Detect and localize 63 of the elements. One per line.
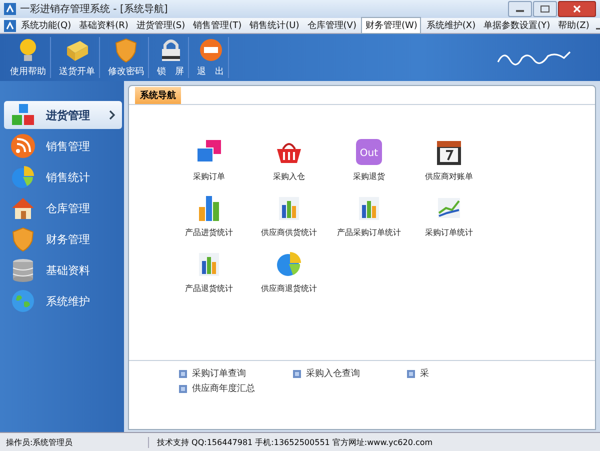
bullet-icon	[179, 384, 187, 392]
menu-item[interactable]: 基础资料(R)	[76, 18, 132, 33]
tab[interactable]: 系统导航	[135, 87, 181, 104]
pie-icon	[10, 164, 36, 190]
bullet-icon	[179, 370, 187, 378]
close-icon	[572, 5, 582, 13]
toolbar-button[interactable]: 使用帮助	[6, 37, 51, 78]
sidebar-item[interactable]: 仓库管理	[4, 194, 122, 222]
shield-icon	[10, 226, 36, 252]
toolbar-button[interactable]: 送货开单	[55, 37, 100, 78]
shortcut-item[interactable]: 供应商供货统计	[249, 193, 329, 249]
icon-text: Out	[360, 148, 378, 159]
support-info: 技术支持 QQ:156447981 手机:13652500551 官方网址:www.yc620.com	[156, 436, 433, 448]
chevron-icon	[108, 110, 116, 120]
toolbar-button[interactable]: 修改密码	[104, 37, 149, 78]
menu-item[interactable]: 仓库管理(V)	[304, 18, 360, 33]
shortcut-item[interactable]: 产品退货统计	[169, 249, 249, 305]
db-icon	[10, 257, 36, 283]
toolbar-button[interactable]: 退 出	[193, 37, 229, 78]
bullet-icon	[407, 370, 415, 378]
query-link[interactable]: 采购入仓查询	[293, 367, 407, 380]
toolbar-button[interactable]: 锁 屏	[153, 37, 189, 78]
menu-item[interactable]: 进货管理(S)	[133, 18, 188, 33]
shortcut-item[interactable]: 采购订单统计	[409, 193, 489, 249]
globe-icon	[10, 288, 36, 314]
menu-item[interactable]: 系统功能(Q)	[18, 18, 74, 33]
sidebar-item[interactable]: 销售统计	[4, 163, 122, 191]
menu-item[interactable]: 财务管理(W)	[361, 17, 422, 34]
sidebar-item[interactable]: 系统维护	[4, 287, 122, 315]
sidebar-item[interactable]: 基础资料	[4, 256, 122, 284]
app-icon	[4, 3, 16, 15]
shortcut-item[interactable]: Out 采购退货	[329, 137, 409, 193]
blocks-icon	[10, 102, 36, 128]
shortcut-item[interactable]: 产品进货统计	[169, 193, 249, 249]
menu-item[interactable]: 销售管理(T)	[190, 18, 245, 33]
maximize-icon	[540, 5, 550, 13]
shortcut-item[interactable]: 供应商退货统计	[249, 249, 329, 305]
shield-icon	[113, 37, 139, 63]
menu-item[interactable]: 单据参数设置(Y)	[480, 18, 554, 33]
menu-item[interactable]: 系统维护(X)	[423, 18, 479, 33]
pie-chart-icon	[274, 249, 304, 279]
query-link[interactable]: 供应商年度汇总	[179, 382, 293, 395]
menu-item[interactable]: 帮助(Z)	[555, 18, 592, 33]
bullet-icon	[293, 370, 301, 378]
shortcut-item[interactable]: 采购入仓	[249, 137, 329, 193]
operator-status: 操作员:系统管理员	[0, 436, 149, 448]
sidebar-item[interactable]: 进货管理	[4, 101, 122, 129]
exit-icon	[198, 37, 224, 63]
sidebar-item[interactable]: 财务管理	[4, 225, 122, 253]
query-link[interactable]: 采购订单查询	[179, 367, 293, 380]
maximize-button[interactable]	[533, 1, 557, 17]
query-link[interactable]: 采	[407, 367, 521, 380]
close-button[interactable]	[558, 1, 596, 17]
house-icon	[10, 195, 36, 221]
shortcut-item[interactable]: 产品采购订单统计	[329, 193, 409, 249]
app-icon	[4, 20, 16, 32]
shortcut-item[interactable]: 采购订单	[169, 137, 249, 193]
window-title: 一彩进销存管理系统 - [系统导航]	[20, 2, 169, 16]
rss-icon	[10, 133, 36, 159]
menu-item[interactable]: 销售统计(U)	[246, 18, 302, 33]
sidebar-item[interactable]: 销售管理	[4, 132, 122, 160]
minimize-button[interactable]	[508, 1, 532, 17]
shortcut-item[interactable]: 供应商对账单	[409, 137, 489, 193]
